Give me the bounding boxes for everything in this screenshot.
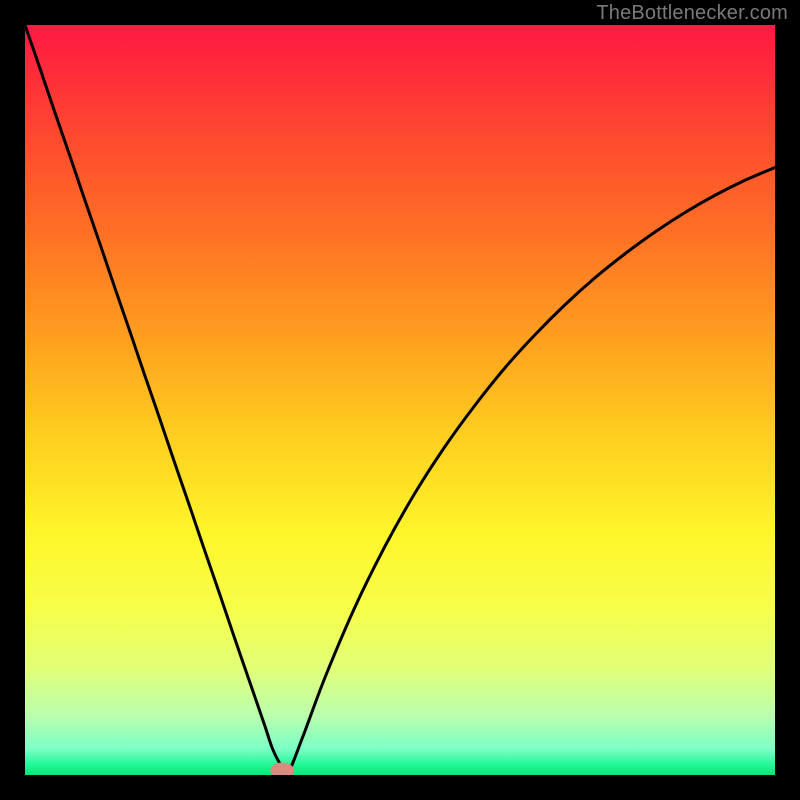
chart-svg bbox=[25, 25, 775, 775]
gradient-background bbox=[25, 25, 775, 775]
plot-area bbox=[25, 25, 775, 775]
attribution-text: TheBottlenecker.com bbox=[596, 2, 788, 25]
chart-frame: TheBottlenecker.com bbox=[0, 0, 800, 800]
